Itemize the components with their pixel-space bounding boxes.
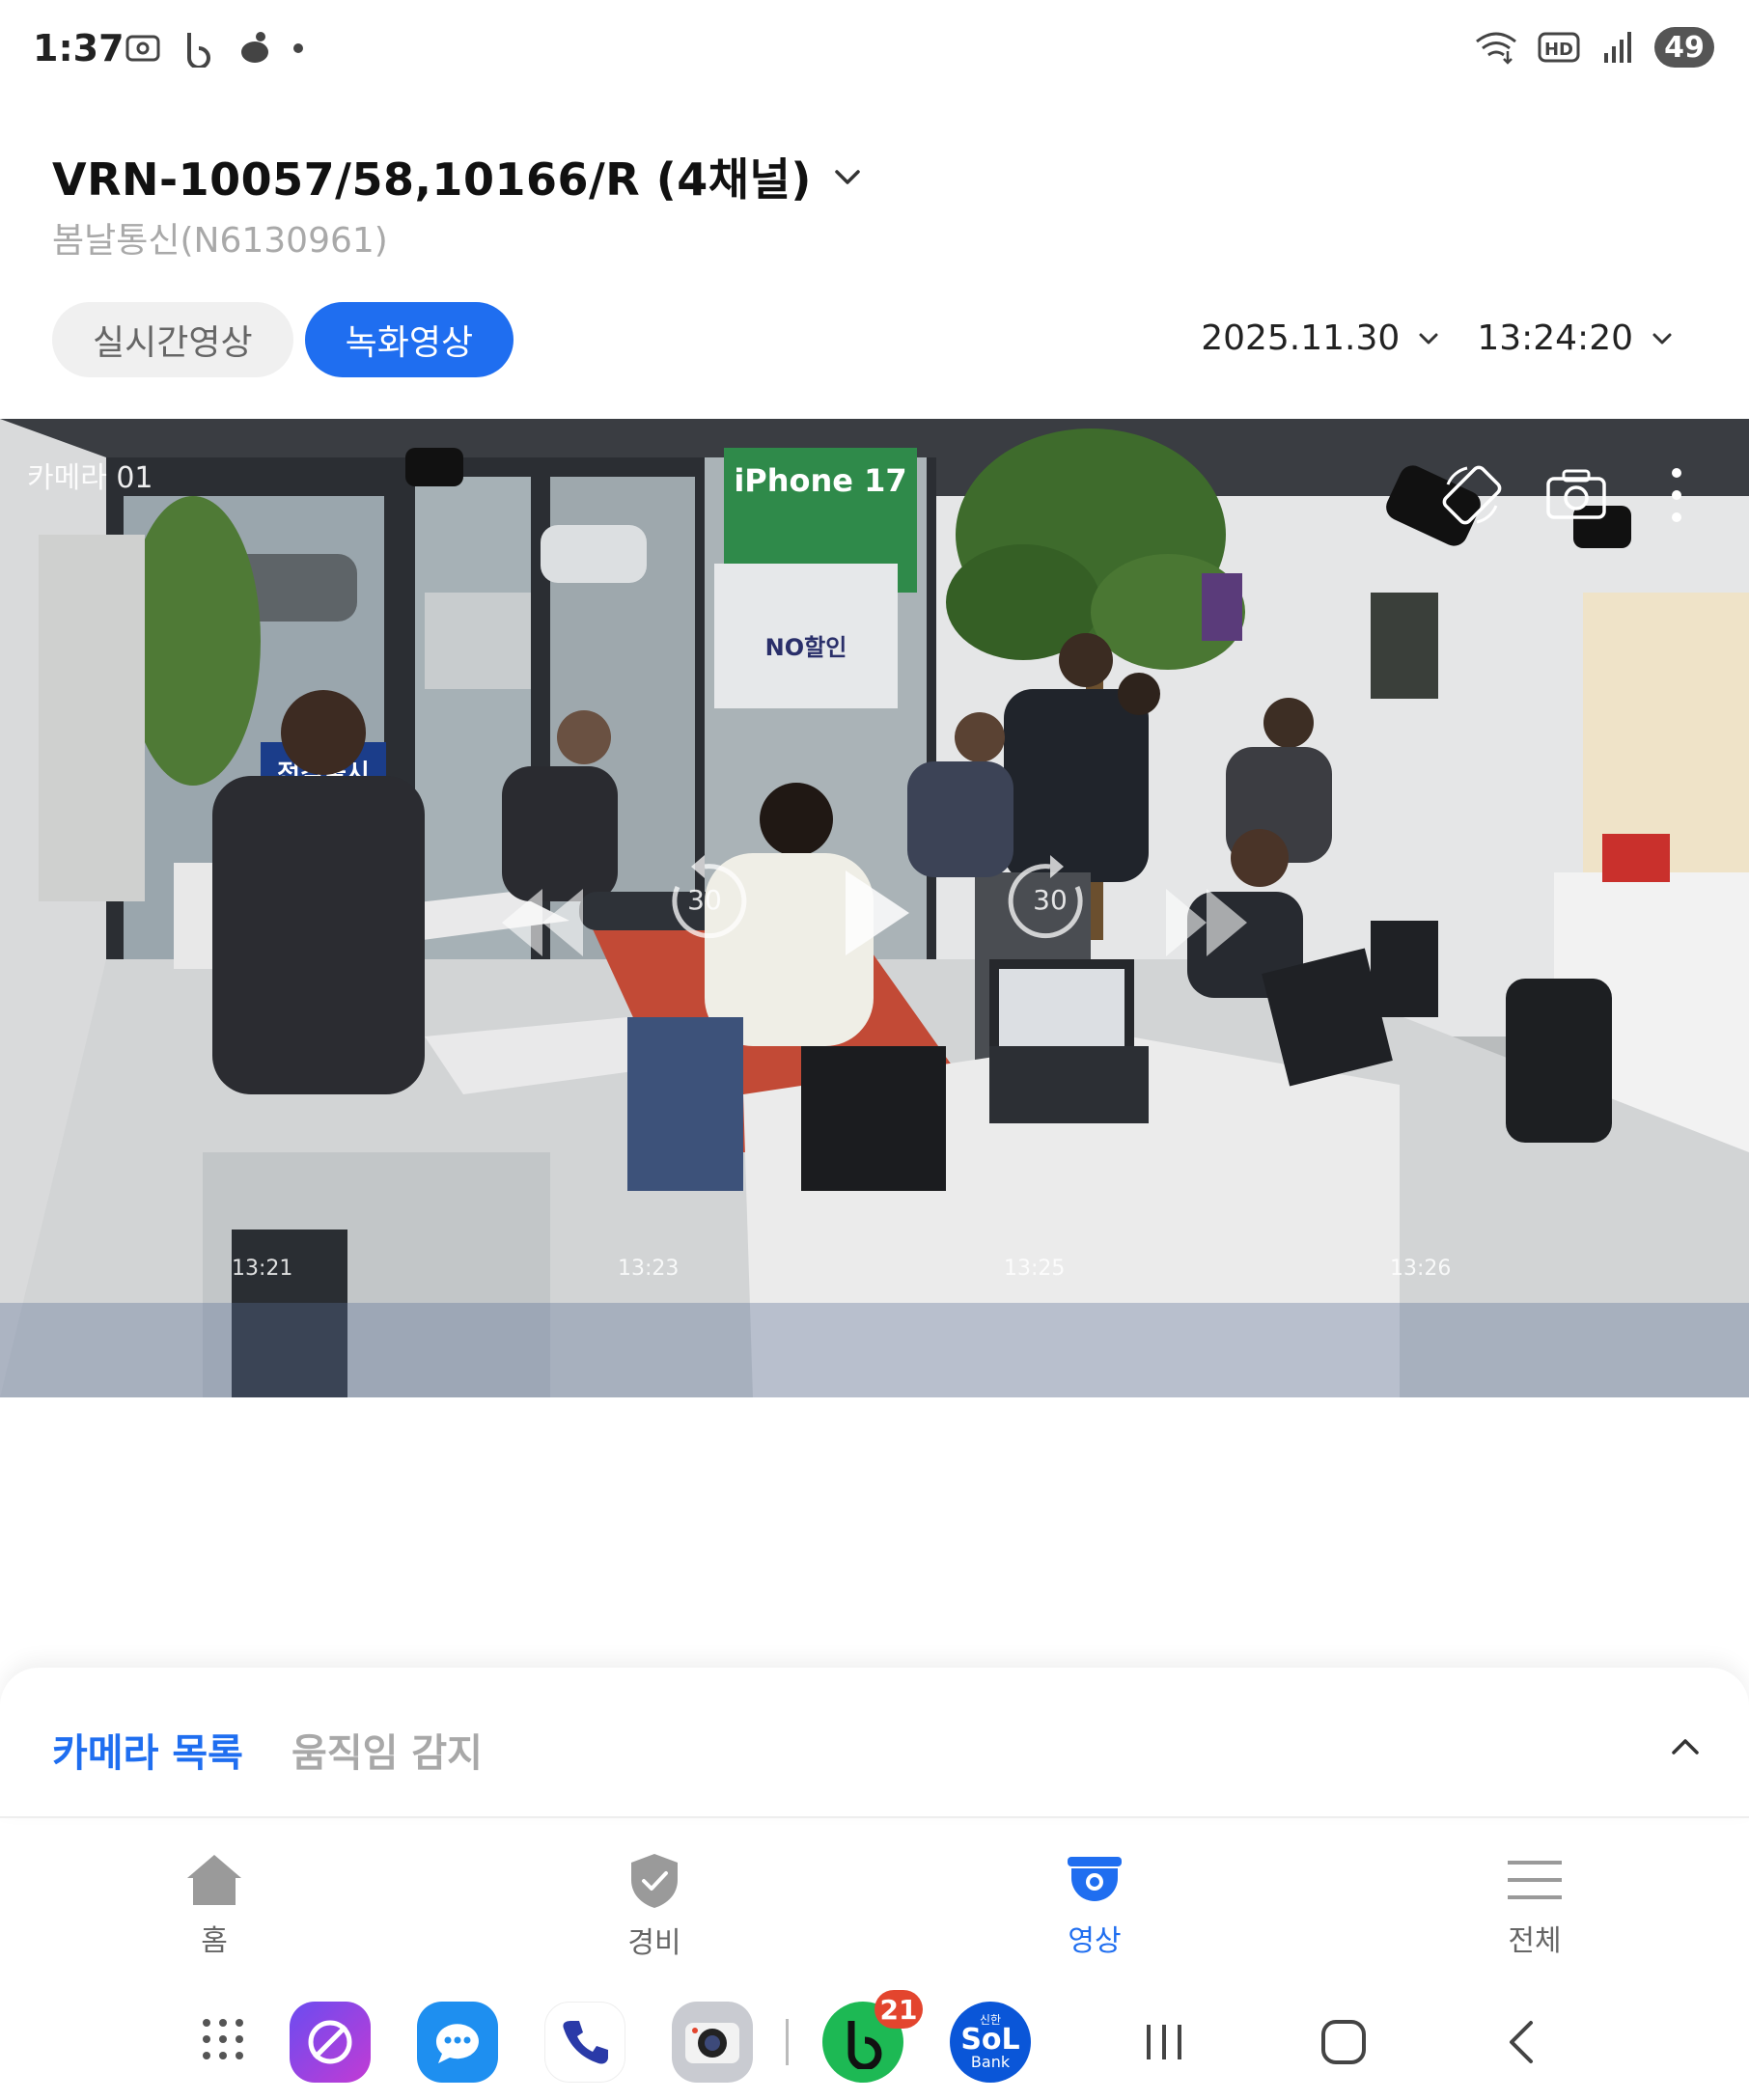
play-icon[interactable]: [838, 865, 915, 961]
cctv-camera-icon: [1068, 1857, 1122, 1901]
nav-video-label: 영상: [1068, 1924, 1122, 1958]
rewind-seconds: 30: [687, 884, 722, 916]
recent-apps-icon[interactable]: [1135, 2017, 1193, 2067]
nav-home[interactable]: 홈: [137, 1851, 292, 1959]
nav-all-label: 전체: [1508, 1924, 1562, 1958]
shield-icon: [631, 1854, 678, 1908]
status-left-icons: [124, 29, 305, 68]
app-drawer-icon[interactable]: [199, 2015, 247, 2063]
tab-live-video[interactable]: 실시간영상: [52, 302, 293, 377]
sol-bank-bottom: Bank: [970, 2053, 1011, 2071]
tab-recorded-video[interactable]: 녹화영상: [304, 302, 514, 377]
video-player[interactable]: iPhone 17 NO할인 전격출시: [0, 419, 1749, 1397]
timeline-tick: 13:21: [232, 1257, 293, 1281]
bottom-sheet: [0, 1668, 1749, 1818]
previous-icon[interactable]: [494, 874, 591, 971]
signal-icon: [1604, 32, 1631, 63]
timeline-tick: 13:25: [1004, 1257, 1066, 1281]
messages-icon[interactable]: [417, 2002, 498, 2083]
nav-security[interactable]: 경비: [577, 1851, 732, 1961]
home-icon: [187, 1855, 241, 1905]
timeline-tick: 13:26: [1390, 1257, 1452, 1281]
internet-browser-icon[interactable]: [290, 2002, 371, 2083]
time-selector[interactable]: 13:24:20: [1477, 318, 1676, 358]
poster-iphone-text: iPhone 17: [734, 462, 906, 499]
lens-icon: [685, 2023, 739, 2063]
device-selector[interactable]: VRN-10057/58,10166/R (4채널): [52, 145, 864, 208]
device-title: VRN-10057/58,10166/R (4채널): [52, 153, 812, 206]
sol-bank-main: SoL: [960, 2023, 1020, 2057]
rewind-30-button[interactable]: 30: [656, 853, 753, 950]
chat-bubble-icon: [435, 2024, 479, 2063]
timeline-scrubber[interactable]: [0, 1303, 1749, 1397]
notification-dot-icon: [293, 43, 303, 53]
camera-label: 카메라 01: [27, 461, 153, 495]
phone-icon[interactable]: [544, 2002, 625, 2083]
timeline-tick: 13:23: [618, 1257, 680, 1281]
divider: [0, 1816, 1749, 1818]
nav-security-label: 경비: [627, 1926, 681, 1960]
menu-icon: [1508, 1861, 1562, 1899]
more-options-icon[interactable]: [1662, 461, 1691, 529]
snapshot-camera-icon[interactable]: [1542, 465, 1610, 523]
playback-time: 13:24:20: [1477, 318, 1633, 358]
chevron-down-icon: [1419, 333, 1438, 344]
back-icon[interactable]: [1494, 2017, 1552, 2067]
nav-video[interactable]: 영상: [1017, 1851, 1172, 1959]
status-right-icons: HD 49: [1473, 27, 1714, 68]
nav-all[interactable]: 전체: [1458, 1851, 1612, 1959]
hd-voice-icon: HD: [1538, 32, 1580, 63]
screenshot-icon: [125, 35, 160, 62]
forward-seconds: 30: [1033, 884, 1068, 916]
mode-tabs: 실시간영상 녹화영상: [52, 302, 514, 377]
chevron-up-icon[interactable]: [1666, 1727, 1705, 1766]
status-bar: 1:37 HD 49: [0, 0, 1749, 97]
playback-date: 2025.11.30: [1201, 318, 1401, 358]
nav-home-label: 홈: [201, 1924, 228, 1958]
camera-app-icon[interactable]: [672, 2002, 753, 2083]
device-subtitle: 봄날통신(N6130961): [52, 221, 388, 261]
status-time: 1:37: [33, 27, 125, 69]
home-button-icon[interactable]: [1315, 2017, 1373, 2067]
forward-30-button[interactable]: 30: [1002, 853, 1098, 950]
sol-bank-icon[interactable]: 신한 SoL Bank: [950, 2002, 1031, 2083]
date-selector[interactable]: 2025.11.30: [1201, 318, 1442, 358]
playback-datetime: 2025.11.30 13:24:20: [1201, 318, 1676, 358]
svg-text:HD: HD: [1544, 40, 1573, 60]
chevron-down-icon: [1652, 333, 1672, 344]
dock-separator: [786, 2019, 789, 2065]
rotate-screen-icon[interactable]: [1438, 461, 1506, 529]
poster-discount-text: NO할인: [765, 634, 847, 661]
b-app-icon: [187, 33, 210, 68]
bean-icon: [241, 32, 268, 63]
notification-badge: 21: [874, 1990, 923, 2029]
wifi-icon: [1476, 32, 1516, 65]
next-icon[interactable]: [1158, 874, 1255, 971]
tab-camera-list[interactable]: 카메라 목록: [52, 1722, 243, 1778]
tab-motion-detection[interactable]: 움직임 감지: [292, 1722, 483, 1778]
battery-indicator: 49: [1654, 27, 1714, 68]
chevron-down-icon: [835, 170, 860, 184]
browser-glyph-icon: [308, 2020, 352, 2064]
handset-icon: [563, 2021, 608, 2064]
